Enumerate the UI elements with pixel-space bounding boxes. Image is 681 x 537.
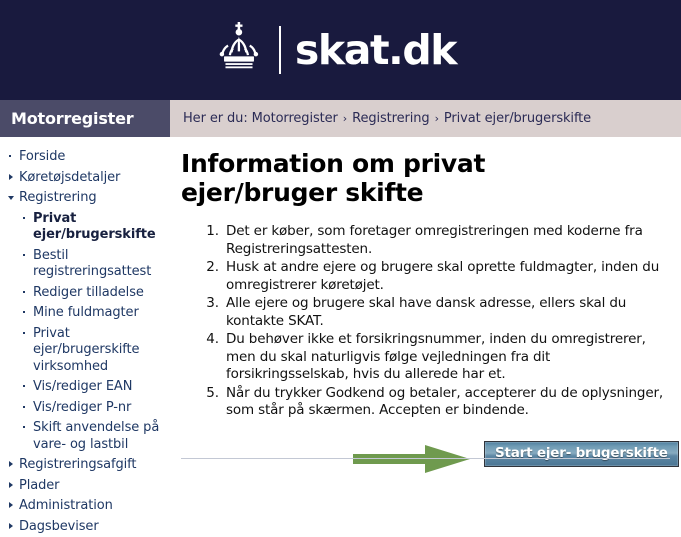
chevron-right-icon — [8, 498, 19, 514]
sidebar-item-label: Bestil registreringsattest — [33, 248, 164, 281]
sidebar-item-label: Privat ejer/brugerskifte virksomhed — [33, 326, 164, 376]
instruction-item: Det er køber, som foretager omregistreri… — [223, 223, 665, 258]
sidebar-item-label: Forside — [19, 149, 164, 166]
sidebar-item-registreringsafgift[interactable]: Registreringsafgift — [0, 455, 170, 476]
breadcrumb-separator-icon: › — [343, 113, 347, 124]
main-content: Information om privat ejer/bruger skifte… — [170, 137, 681, 480]
breadcrumb-item-1[interactable]: Registrering — [352, 111, 430, 126]
sidebar-item-label: Dagsbeviser — [19, 519, 164, 536]
sidebar-item-bestil-registreringsattest[interactable]: Bestil registreringsattest — [0, 246, 170, 283]
sidebar-item-mine-fuldmagter[interactable]: Mine fuldmagter — [0, 303, 170, 324]
sidebar-item-privat-ejer-brugerskifte[interactable]: Privat ejer/brugerskifte — [0, 209, 170, 246]
sidebar-item-plader[interactable]: Plader — [0, 476, 170, 497]
brand-lockup[interactable]: skat.dk — [213, 22, 456, 78]
sidebar-item-label: Skift anvendelse på vare- og lastbil — [33, 420, 164, 453]
sidebar-item-administration[interactable]: Administration — [0, 496, 170, 517]
breadcrumb: Her er du: Motorregister › Registrering … — [170, 100, 681, 137]
instruction-item: Du behøver ikke et forsikringsnummer, in… — [223, 331, 665, 384]
sidebar-item-skift-anvendelse-p-vare-og-lastbil[interactable]: Skift anvendelse på vare- og lastbil — [0, 418, 170, 455]
sidebar-item-k-ret-jsdetaljer[interactable]: Køretøjsdetaljer — [0, 168, 170, 189]
sidebar-nav: Forside Køretøjsdetaljer Registrering Priva… — [0, 137, 170, 537]
bullet-icon — [22, 400, 33, 416]
sidebar-item-label: Privat ejer/brugerskifte — [33, 211, 164, 244]
site-header: skat.dk — [0, 0, 681, 100]
breadcrumb-item-2: Privat ejer/brugerskifte — [444, 111, 591, 126]
bullet-icon — [22, 420, 33, 436]
sidebar-item-label: Registreringsafgift — [19, 457, 164, 474]
chevron-down-icon — [8, 190, 19, 206]
bullet-icon — [22, 326, 33, 342]
sidebar-item-label: Vis/rediger P-nr — [33, 400, 164, 417]
brand-name: skat.dk — [295, 30, 456, 71]
chevron-right-icon — [8, 478, 19, 494]
sidebar-item-vis-rediger-p-nr[interactable]: Vis/rediger P-nr — [0, 398, 170, 419]
sidebar-item-label: Køretøjsdetaljer — [19, 170, 164, 187]
cta-row: Start ejer- brugerskifte — [181, 434, 665, 480]
sidebar-item-label: Mine fuldmagter — [33, 305, 164, 322]
section-tab-motorregister[interactable]: Motorregister — [0, 100, 170, 137]
danish-crown-icon — [213, 22, 265, 78]
sidebar-item-label: Registrering — [19, 190, 164, 207]
bullet-icon — [22, 248, 33, 264]
brand-divider — [279, 26, 281, 74]
breadcrumb-bar: Motorregister Her er du: Motorregister ›… — [0, 100, 681, 137]
sidebar-item-privat-ejer-brugerskifte-virksomhed[interactable]: Privat ejer/brugerskifte virksomhed — [0, 324, 170, 378]
instructions-list: Det er køber, som foretager omregistreri… — [183, 223, 665, 420]
chevron-right-icon — [8, 519, 19, 535]
instruction-item: Husk at andre ejere og brugere skal opre… — [223, 259, 665, 294]
breadcrumb-separator-icon: › — [435, 113, 439, 124]
sidebar-item-label: Vis/rediger EAN — [33, 379, 164, 396]
chevron-right-icon — [8, 170, 19, 186]
start-ejer-brugerskifte-button[interactable]: Start ejer- brugerskifte — [484, 441, 679, 467]
bullet-icon — [22, 211, 33, 227]
breadcrumb-prefix: Her er du: — [183, 111, 248, 126]
bullet-icon — [22, 379, 33, 395]
bullet-icon — [22, 285, 33, 301]
sidebar-item-dagsbeviser[interactable]: Dagsbeviser — [0, 517, 170, 537]
sidebar-item-forside[interactable]: Forside — [0, 147, 170, 168]
page-body: Forside Køretøjsdetaljer Registrering Priva… — [0, 137, 681, 535]
page-title: Information om privat ejer/bruger skifte — [181, 149, 641, 207]
breadcrumb-item-0[interactable]: Motorregister — [252, 111, 338, 126]
footer-divider — [181, 458, 670, 459]
sidebar-item-label: Administration — [19, 498, 164, 515]
sidebar-item-rediger-tilladelse[interactable]: Rediger tilladelse — [0, 283, 170, 304]
sidebar-item-vis-rediger-ean[interactable]: Vis/rediger EAN — [0, 377, 170, 398]
bullet-icon — [8, 149, 19, 165]
sidebar-item-label: Plader — [19, 478, 164, 495]
sidebar-item-label: Rediger tilladelse — [33, 285, 164, 302]
instruction-item: Alle ejere og brugere skal have dansk ad… — [223, 295, 665, 330]
chevron-right-icon — [8, 457, 19, 473]
instruction-item: Når du trykker Godkend og betaler, accep… — [223, 385, 665, 420]
bullet-icon — [22, 305, 33, 321]
sidebar-item-registrering[interactable]: Registrering — [0, 188, 170, 209]
